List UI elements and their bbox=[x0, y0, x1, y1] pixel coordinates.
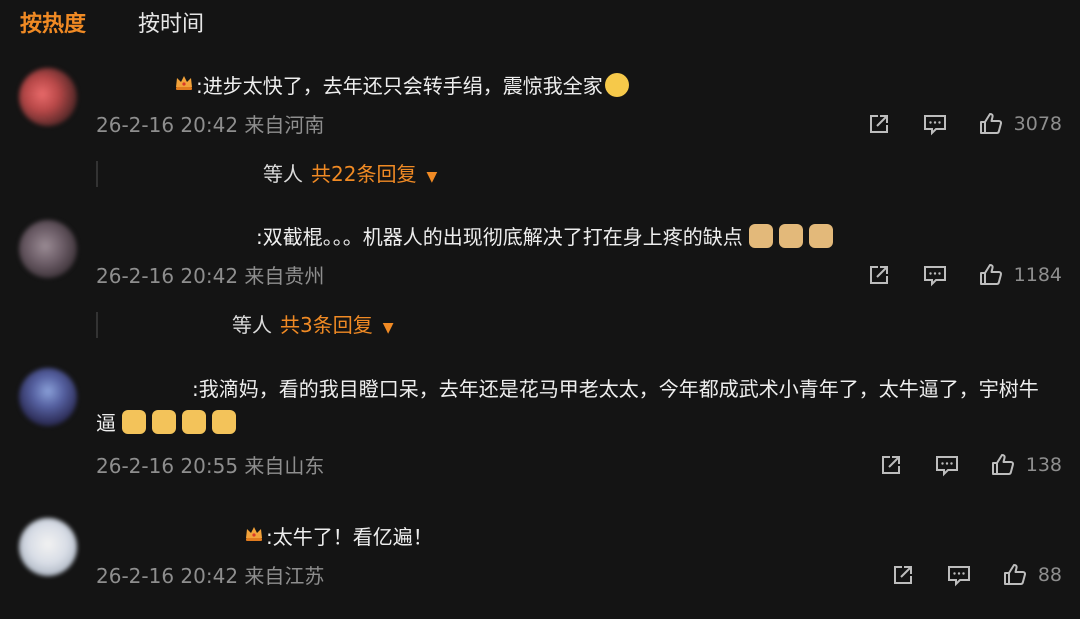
comment-actions: 1184 bbox=[864, 260, 1062, 290]
comment-actions: 3078 bbox=[864, 109, 1062, 139]
comment-text: :双截棍。。。机器人的出现彻底解决了打在身上疼的缺点 bbox=[256, 220, 833, 254]
shush-emoji-icon bbox=[604, 73, 629, 97]
comment-meta: 26-2-16 20:42 来自江苏 bbox=[96, 561, 324, 591]
comment-text: :我滴妈，看的我目瞪口呆，去年还是花马甲老太太，今年都成武术小青年了，太牛逼了，… bbox=[96, 372, 1056, 440]
thumbs-up-icon[interactable] bbox=[976, 109, 1006, 139]
cat-emoji-icon bbox=[808, 224, 833, 248]
tab-time[interactable]: 按时间 bbox=[138, 8, 204, 42]
thumbs-up-emoji-icon bbox=[152, 410, 176, 434]
comment-icon[interactable] bbox=[944, 560, 974, 590]
cat-emoji-icon bbox=[778, 224, 803, 248]
reply-users: 等人 bbox=[232, 313, 272, 337]
comment-body: :进步太快了，去年还只会转手绢，震惊我全家 bbox=[196, 74, 603, 98]
comment-meta: 26-2-16 20:42 来自贵州 bbox=[96, 261, 324, 291]
avatar[interactable] bbox=[19, 518, 77, 576]
caret-down-icon[interactable]: ▼ bbox=[383, 320, 394, 336]
crown-badge-icon bbox=[242, 520, 266, 554]
comment-icon[interactable] bbox=[920, 260, 950, 290]
comment-location: 来自山东 bbox=[244, 454, 325, 478]
reply-users: 等人 bbox=[263, 162, 303, 186]
comment-body: :我滴妈，看的我目瞪口呆，去年还是花马甲老太太，今年都成武术小青年了，太牛逼了，… bbox=[96, 377, 1039, 435]
reply-divider bbox=[96, 161, 98, 187]
comment-time: 26-2-16 20:55 bbox=[96, 454, 239, 478]
share-icon[interactable] bbox=[876, 450, 906, 480]
like-count: 138 bbox=[1025, 454, 1062, 476]
comment-time: 26-2-16 20:42 bbox=[96, 264, 239, 288]
reply-count-link[interactable]: 共3条回复 bbox=[280, 313, 373, 337]
reply-divider bbox=[96, 312, 98, 338]
like-count: 1184 bbox=[1013, 264, 1062, 286]
tab-hot[interactable]: 按热度 bbox=[20, 8, 86, 42]
comment-time: 26-2-16 20:42 bbox=[96, 564, 239, 588]
share-icon[interactable] bbox=[864, 260, 894, 290]
comment-location: 来自河南 bbox=[244, 113, 325, 137]
sort-tabs: 按热度 按时间 bbox=[20, 8, 204, 42]
like-count: 88 bbox=[1037, 564, 1062, 586]
thumbs-up-emoji-icon bbox=[122, 410, 146, 434]
comment-actions: 138 bbox=[876, 450, 1062, 480]
comment-time: 26-2-16 20:42 bbox=[96, 113, 239, 137]
comment-icon[interactable] bbox=[932, 450, 962, 480]
comment-actions: 88 bbox=[888, 560, 1062, 590]
comment-body: :太牛了！看亿遍！ bbox=[266, 525, 433, 549]
like-count: 3078 bbox=[1013, 113, 1062, 135]
thumbs-up-icon[interactable] bbox=[1000, 560, 1030, 590]
avatar[interactable] bbox=[19, 368, 77, 426]
cat-emoji-icon bbox=[748, 224, 773, 248]
comment-location: 来自贵州 bbox=[244, 264, 325, 288]
crown-badge-icon bbox=[172, 69, 196, 103]
share-icon[interactable] bbox=[864, 109, 894, 139]
reply-count-link[interactable]: 共22条回复 bbox=[311, 162, 416, 186]
thumbs-up-icon[interactable] bbox=[988, 450, 1018, 480]
share-icon[interactable] bbox=[888, 560, 918, 590]
comment-location: 来自江苏 bbox=[244, 564, 325, 588]
avatar[interactable] bbox=[19, 220, 77, 278]
comment-meta: 26-2-16 20:55 来自山东 bbox=[96, 451, 324, 481]
reply-summary[interactable]: 等人 共22条回复 ▼ bbox=[263, 158, 437, 193]
caret-down-icon[interactable]: ▼ bbox=[426, 169, 437, 185]
avatar[interactable] bbox=[19, 68, 77, 126]
comment-body: :双截棍。。。机器人的出现彻底解决了打在身上疼的缺点 bbox=[256, 225, 743, 249]
thumbs-up-icon[interactable] bbox=[976, 260, 1006, 290]
comment-text: :进步太快了，去年还只会转手绢，震惊我全家 bbox=[172, 69, 629, 103]
comment-icon[interactable] bbox=[920, 109, 950, 139]
comment-meta: 26-2-16 20:42 来自河南 bbox=[96, 110, 324, 140]
thumbs-up-emoji-icon bbox=[212, 410, 236, 434]
comment-text: :太牛了！看亿遍！ bbox=[242, 520, 433, 554]
reply-summary[interactable]: 等人 共3条回复 ▼ bbox=[232, 309, 394, 344]
thumbs-up-emoji-icon bbox=[182, 410, 206, 434]
